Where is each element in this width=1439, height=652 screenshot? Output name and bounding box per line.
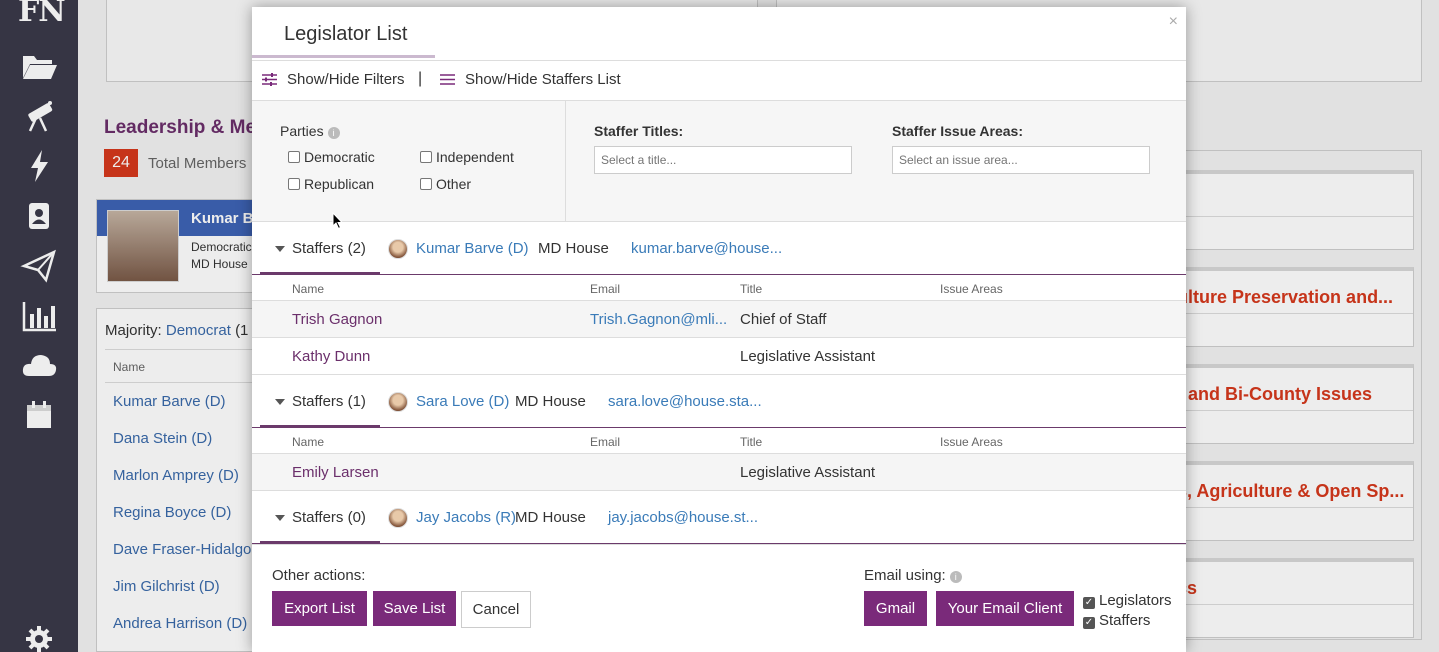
staffer-group-header[interactable]: Staffers (2) Kumar Barve (D) MD House ku…: [252, 222, 1186, 275]
filters-divider: [565, 101, 566, 222]
avatar: [388, 508, 408, 528]
staffer-title: Legislative Assistant: [740, 348, 876, 365]
toolbar-separator: |: [418, 70, 423, 87]
staffer-name[interactable]: Kathy Dunn: [292, 348, 370, 365]
legislator-email[interactable]: sara.love@house.sta...: [608, 393, 762, 410]
mouse-cursor-icon: [332, 212, 344, 230]
caret-down-icon[interactable]: [275, 515, 285, 521]
table-row[interactable]: Kathy Dunn Legislative Assistant: [252, 338, 1186, 375]
party-checkbox-other[interactable]: Other: [420, 176, 471, 192]
avatar: [388, 239, 408, 259]
staffer-title: Legislative Assistant: [740, 464, 876, 481]
caret-down-icon[interactable]: [275, 246, 285, 252]
sliders-icon: [262, 73, 277, 86]
modal-title: Legislator List: [284, 23, 408, 45]
other-actions-label: Other actions:: [272, 567, 366, 584]
export-list-button[interactable]: Export List: [272, 591, 367, 626]
staffer-issues-label: Staffer Issue Areas:: [892, 123, 1023, 139]
info-icon[interactable]: i: [949, 571, 962, 583]
toggle-filters-button[interactable]: Show/Hide Filters: [262, 71, 405, 88]
table-row[interactable]: Emily Larsen Legislative Assistant: [252, 454, 1186, 491]
party-checkbox-independent[interactable]: Independent: [420, 149, 514, 165]
close-icon[interactable]: ×: [1169, 13, 1178, 31]
staffer-name[interactable]: Emily Larsen: [292, 464, 379, 481]
filters-panel: Parties i Democratic Independent Republic…: [252, 101, 1186, 222]
legislator-chamber: MD House: [538, 240, 609, 257]
staffer-issues-select[interactable]: [892, 146, 1150, 174]
table-row[interactable]: Trish Gagnon Trish.Gagnon@mli... Chief o…: [252, 301, 1186, 338]
staffer-name[interactable]: Trish Gagnon: [292, 311, 382, 328]
legislator-link[interactable]: Kumar Barve (D): [416, 240, 529, 257]
staffer-group-header[interactable]: Staffers (1) Sara Love (D) MD House sara…: [252, 375, 1186, 428]
staffer-titles-select[interactable]: [594, 146, 852, 174]
staffer-table-header: Name Email Title Issue Areas: [252, 428, 1186, 454]
cancel-button[interactable]: Cancel: [461, 591, 531, 628]
email-using-label: Email using: i: [864, 567, 962, 584]
legislator-email[interactable]: kumar.barve@house...: [631, 240, 782, 257]
staffers-count[interactable]: Staffers (0): [292, 509, 366, 526]
staffer-email[interactable]: Trish.Gagnon@mli...: [590, 311, 727, 328]
legislator-link[interactable]: Sara Love (D): [416, 393, 509, 410]
legislator-chamber: MD House: [515, 509, 586, 526]
modal-footer: Other actions: Export List Save List Can…: [252, 544, 1186, 652]
info-icon[interactable]: i: [327, 127, 340, 139]
staffers-count[interactable]: Staffers (2): [292, 240, 366, 257]
checkmark-icon: ✓: [1083, 617, 1095, 629]
modal-toolbar: Show/Hide Filters | Show/Hide Staffers L…: [252, 60, 1186, 101]
legislators-checkbox[interactable]: ✓ Legislators: [1083, 592, 1172, 609]
party-checkbox-democratic[interactable]: Democratic: [288, 149, 375, 165]
title-underline: [252, 55, 435, 58]
gmail-button[interactable]: Gmail: [864, 591, 927, 626]
checkmark-icon: ✓: [1083, 597, 1095, 609]
list-icon: [440, 74, 455, 85]
legislator-list-modal: × Legislator List Show/Hide Filters | Sh…: [252, 7, 1186, 652]
staffers-checkbox[interactable]: ✓ Staffers: [1083, 612, 1150, 629]
save-list-button[interactable]: Save List: [373, 591, 456, 626]
staffer-group-header[interactable]: Staffers (0) Jay Jacobs (R) MD House jay…: [252, 491, 1186, 544]
legislator-email[interactable]: jay.jacobs@house.st...: [608, 509, 758, 526]
caret-down-icon[interactable]: [275, 399, 285, 405]
legislator-link[interactable]: Jay Jacobs (R): [416, 509, 516, 526]
party-checkbox-republican[interactable]: Republican: [288, 176, 374, 192]
staffer-table-header: Name Email Title Issue Areas: [252, 275, 1186, 301]
avatar: [388, 392, 408, 412]
staffers-count[interactable]: Staffers (1): [292, 393, 366, 410]
legislator-chamber: MD House: [515, 393, 586, 410]
staffer-title: Chief of Staff: [740, 311, 827, 328]
staffer-titles-label: Staffer Titles:: [594, 123, 684, 139]
parties-label: Parties i: [280, 123, 340, 139]
toggle-staffers-button[interactable]: Show/Hide Staffers List: [440, 71, 621, 88]
email-client-button[interactable]: Your Email Client: [936, 591, 1074, 626]
